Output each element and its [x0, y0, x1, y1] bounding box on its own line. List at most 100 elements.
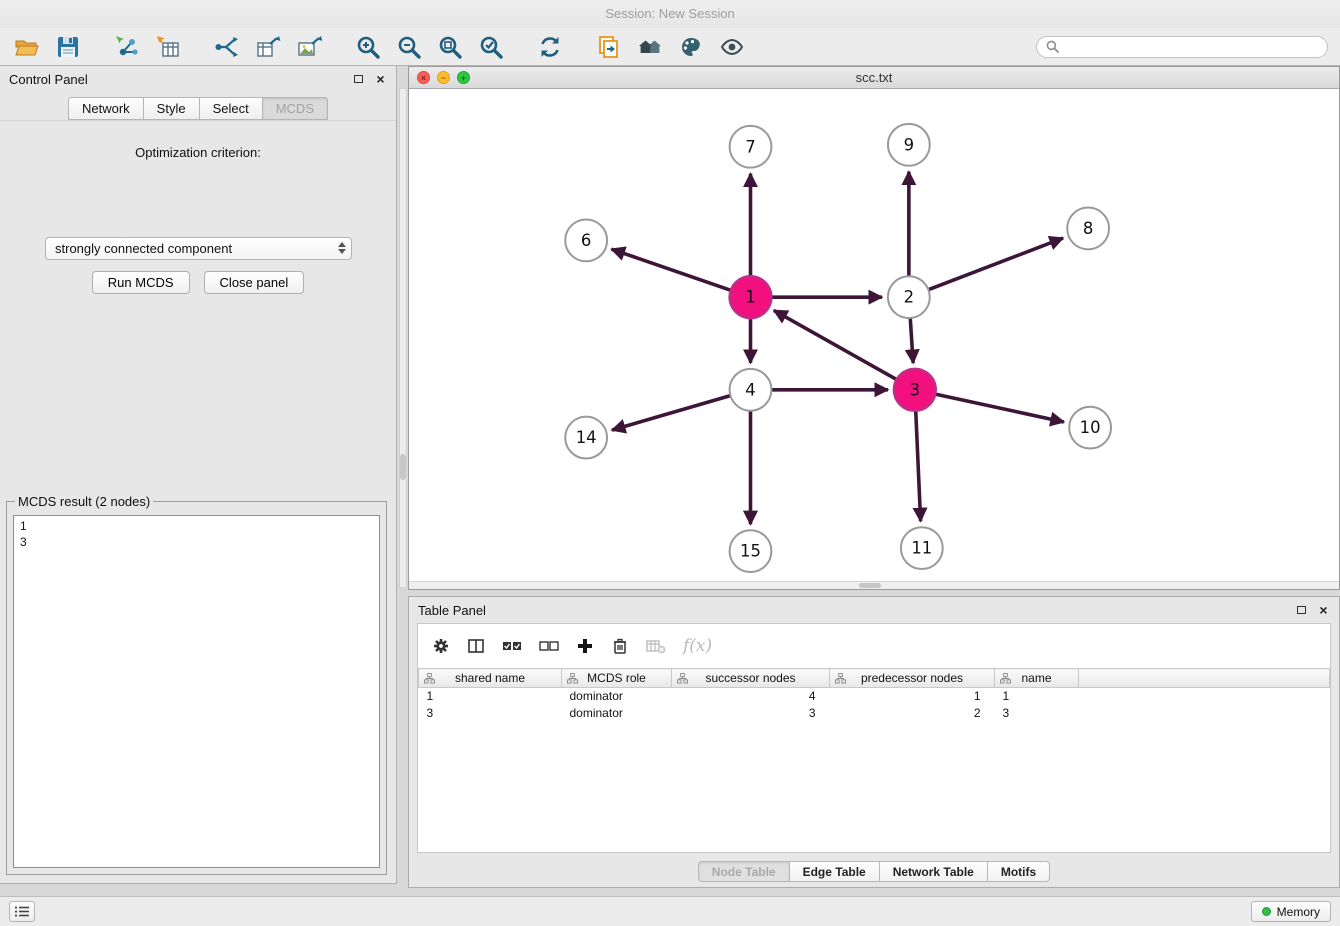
- control-panel: Control Panel × NetworkStyleSelectMCDS O…: [0, 66, 397, 884]
- close-panel-icon[interactable]: ×: [374, 73, 387, 86]
- horizontal-scrollbar-thumb[interactable]: [859, 583, 881, 588]
- table-toolbar: f(x): [418, 624, 1330, 668]
- edge-1-6[interactable]: [612, 249, 731, 290]
- sort-hierarchy-icon[interactable]: [677, 673, 688, 684]
- sort-hierarchy-icon[interactable]: [835, 673, 846, 684]
- close-window-icon[interactable]: ×: [417, 71, 430, 84]
- node-1[interactable]: 1: [730, 276, 772, 318]
- edge-4-14[interactable]: [612, 396, 730, 430]
- edge-3-11[interactable]: [916, 411, 921, 522]
- edge-3-10[interactable]: [935, 394, 1064, 422]
- column-header-mcds-role[interactable]: MCDS role: [562, 669, 672, 688]
- refresh-icon[interactable]: [535, 32, 565, 62]
- tab-network[interactable]: Network: [68, 97, 144, 120]
- vertical-scrollbar[interactable]: [399, 88, 407, 588]
- vertical-scrollbar-thumb[interactable]: [400, 454, 406, 480]
- export-network-icon[interactable]: [212, 32, 242, 62]
- delete-column-icon[interactable]: [611, 637, 629, 655]
- svg-text:1: 1: [745, 288, 755, 307]
- sort-hierarchy-icon[interactable]: [424, 673, 435, 684]
- sort-hierarchy-icon[interactable]: [1000, 673, 1011, 684]
- run-mcds-button[interactable]: Run MCDS: [92, 271, 190, 294]
- cell-predecessor-nodes[interactable]: 2: [830, 705, 995, 722]
- open-file-icon[interactable]: [12, 32, 42, 62]
- network-window-titlebar[interactable]: × − + scc.txt: [409, 67, 1339, 89]
- cell-name[interactable]: 3: [995, 705, 1079, 722]
- tab-motifs[interactable]: Motifs: [988, 861, 1050, 882]
- cell-mcds-role[interactable]: dominator: [562, 688, 672, 705]
- deselect-all-icon[interactable]: [539, 637, 559, 655]
- node-3[interactable]: 3: [894, 369, 936, 411]
- criterion-select[interactable]: strongly connected component: [45, 237, 352, 260]
- node-2[interactable]: 2: [888, 276, 930, 318]
- tab-network-table[interactable]: Network Table: [880, 861, 988, 882]
- cell-shared-name[interactable]: 1: [419, 688, 562, 705]
- edge-2-8[interactable]: [928, 238, 1063, 290]
- show-panels-button[interactable]: [9, 901, 35, 922]
- float-table-panel-icon[interactable]: [1295, 604, 1308, 617]
- palette-icon[interactable]: [676, 32, 706, 62]
- node-14[interactable]: 14: [565, 417, 607, 459]
- column-header-shared-name[interactable]: shared name: [419, 669, 562, 688]
- tab-node-table[interactable]: Node Table: [698, 861, 790, 882]
- node-15[interactable]: 15: [730, 530, 772, 572]
- export-table-icon[interactable]: [253, 32, 283, 62]
- cell-predecessor-nodes[interactable]: 1: [830, 688, 995, 705]
- copy-style-icon[interactable]: [594, 32, 624, 62]
- edge-2-3[interactable]: [910, 318, 913, 363]
- cell-successor-nodes[interactable]: 4: [672, 688, 830, 705]
- column-header-successor-nodes[interactable]: successor nodes: [672, 669, 830, 688]
- column-header-label: name: [1021, 671, 1051, 685]
- table-row[interactable]: 3dominator323: [419, 705, 1330, 722]
- network-canvas[interactable]: 7 9 6 8 1 2 4 3 14 10 15 11: [409, 89, 1339, 581]
- tab-mcds[interactable]: MCDS: [263, 97, 328, 120]
- search-field[interactable]: [1036, 36, 1328, 58]
- node-7[interactable]: 7: [730, 126, 772, 168]
- zoom-window-icon[interactable]: +: [457, 71, 470, 84]
- tab-style[interactable]: Style: [144, 97, 200, 120]
- column-visibility-icon[interactable]: [467, 637, 485, 655]
- sort-hierarchy-icon[interactable]: [567, 673, 578, 684]
- close-panel-button[interactable]: Close panel: [204, 271, 305, 294]
- node-10[interactable]: 10: [1069, 407, 1111, 449]
- table-row[interactable]: 1dominator411: [419, 688, 1330, 705]
- memory-button[interactable]: Memory: [1251, 901, 1331, 922]
- table-panel-title: Table Panel: [418, 603, 486, 618]
- zoom-fit-icon[interactable]: [435, 32, 465, 62]
- export-image-icon[interactable]: [294, 32, 324, 62]
- zoom-out-icon[interactable]: [394, 32, 424, 62]
- first-neighbors-icon[interactable]: [635, 32, 665, 62]
- cell-successor-nodes[interactable]: 3: [672, 705, 830, 722]
- node-8[interactable]: 8: [1067, 208, 1109, 250]
- show-hide-icon[interactable]: [717, 32, 747, 62]
- import-network-icon[interactable]: [112, 32, 142, 62]
- float-panel-icon[interactable]: [352, 73, 365, 86]
- create-column-icon[interactable]: [576, 637, 594, 655]
- cell-mcds-role[interactable]: dominator: [562, 705, 672, 722]
- import-table-icon[interactable]: [153, 32, 183, 62]
- node-4[interactable]: 4: [730, 369, 772, 411]
- minimize-window-icon[interactable]: −: [437, 71, 450, 84]
- zoom-in-icon[interactable]: [353, 32, 383, 62]
- node-6[interactable]: 6: [565, 219, 607, 261]
- save-session-icon[interactable]: [53, 32, 83, 62]
- tab-select[interactable]: Select: [200, 97, 263, 120]
- function-builder-icon[interactable]: f(x): [683, 636, 712, 656]
- horizontal-scrollbar[interactable]: [409, 581, 1339, 589]
- cell-name[interactable]: 1: [995, 688, 1079, 705]
- tab-edge-table[interactable]: Edge Table: [790, 861, 880, 882]
- table-settings-icon[interactable]: [432, 637, 450, 655]
- node-9[interactable]: 9: [888, 124, 930, 166]
- search-input[interactable]: [1064, 39, 1318, 54]
- cell-shared-name[interactable]: 3: [419, 705, 562, 722]
- select-all-icon[interactable]: [502, 637, 522, 655]
- column-header-filler: [1079, 669, 1330, 688]
- column-header-predecessor-nodes[interactable]: predecessor nodes: [830, 669, 995, 688]
- column-header-name[interactable]: name: [995, 669, 1079, 688]
- delete-table-icon[interactable]: [646, 637, 666, 655]
- node-11[interactable]: 11: [901, 527, 943, 569]
- edge-3-1[interactable]: [774, 310, 897, 379]
- zoom-selected-icon[interactable]: [476, 32, 506, 62]
- table-panel: Table Panel × f(x) shared nameMCDS roles…: [408, 596, 1340, 888]
- close-table-panel-icon[interactable]: ×: [1317, 604, 1330, 617]
